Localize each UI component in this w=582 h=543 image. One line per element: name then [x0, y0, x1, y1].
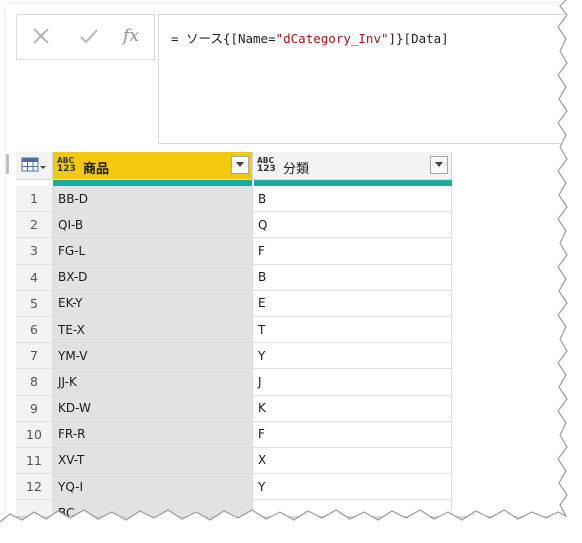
category-cell[interactable]: Y	[253, 343, 452, 370]
type-badge-any: ABC 123	[257, 156, 279, 174]
table-row: 2 QI-B Q	[16, 212, 452, 239]
row-number[interactable]: 11	[16, 447, 53, 475]
table-row: 1 BB-D B	[16, 186, 452, 213]
product-cell[interactable]: TE-X	[53, 316, 253, 344]
table-row: 4 BX-D B	[16, 264, 452, 291]
type-badge-any: ABC 123	[57, 156, 79, 174]
row-number[interactable]: 5	[16, 290, 53, 317]
cancel-button[interactable]	[29, 24, 53, 48]
formula-bar-buttons: fx	[16, 14, 155, 60]
table-row: 11 XV-T X	[16, 447, 452, 475]
column-header-category[interactable]: ABC 123 分類	[253, 152, 452, 180]
fx-button[interactable]: fx	[119, 24, 143, 48]
row-number[interactable]: 1	[16, 186, 53, 213]
row-number[interactable]: 8	[16, 369, 53, 396]
left-edge-marker	[6, 154, 9, 174]
category-cell[interactable]: B	[253, 264, 452, 291]
category-cell[interactable]: T	[253, 316, 452, 344]
product-cell[interactable]: JJ-K	[53, 369, 253, 396]
product-cell[interactable]: QI-B	[53, 212, 253, 239]
row-number[interactable]	[16, 500, 53, 516]
row-number[interactable]: 6	[16, 316, 53, 344]
product-cell[interactable]: BB-D	[53, 186, 253, 213]
row-number[interactable]: 10	[16, 421, 53, 448]
table-row: 6 TE-X T	[16, 316, 452, 344]
row-number[interactable]: 4	[16, 264, 53, 291]
product-cell[interactable]: XV-T	[53, 447, 253, 475]
table-row: 7 YM-V Y	[16, 343, 452, 370]
row-number[interactable]: 12	[16, 474, 53, 501]
chevron-down-icon	[236, 162, 244, 167]
column-header-product[interactable]: ABC 123 商品	[53, 152, 253, 180]
category-cell[interactable]: K	[253, 395, 452, 422]
product-cell[interactable]: FG-L	[53, 238, 253, 265]
table-menu-button[interactable]	[16, 152, 53, 180]
category-cell[interactable]: Y	[253, 474, 452, 501]
power-query-editor: fx = ソース{[Name="dCategory_Inv"]}[Data] A…	[6, 4, 566, 516]
table-icon	[21, 157, 46, 172]
chevron-down-icon	[435, 162, 443, 167]
table-row: 10 FR-R F	[16, 421, 452, 448]
product-cell[interactable]: BC	[53, 500, 253, 516]
formula-prefix: = ソース{[Name=	[171, 31, 276, 46]
row-number[interactable]: 9	[16, 395, 53, 422]
row-number[interactable]: 7	[16, 343, 53, 370]
column-filter-button[interactable]	[430, 156, 448, 174]
table-row: 8 JJ-K J	[16, 369, 452, 396]
table-row: BC	[16, 500, 452, 516]
product-cell[interactable]: EK-Y	[53, 290, 253, 317]
category-cell[interactable]: Q	[253, 212, 452, 239]
type-label-bottom: 123	[57, 164, 76, 174]
table-row: 3 FG-L F	[16, 238, 452, 265]
formula-suffix: ]}[Data]	[388, 31, 449, 46]
column-title: 商品	[83, 162, 110, 177]
x-icon	[33, 28, 49, 44]
product-cell[interactable]: BX-D	[53, 264, 253, 291]
category-cell[interactable]: B	[253, 186, 452, 213]
product-cell[interactable]: YM-V	[53, 343, 253, 370]
table-row: 5 EK-Y E	[16, 290, 452, 317]
column-title: 分類	[283, 162, 310, 177]
category-cell[interactable]: F	[253, 238, 452, 265]
category-cell[interactable]: X	[253, 447, 452, 475]
table-row: 12 YQ-I Y	[16, 474, 452, 501]
table-rows: 1 BB-D B 2 QI-B Q 3 FG-L F 4 BX-D B 5 E K	[16, 186, 452, 516]
category-cell[interactable]: J	[253, 369, 452, 396]
commit-button[interactable]	[77, 24, 101, 48]
category-cell[interactable]: F	[253, 421, 452, 448]
row-number[interactable]: 2	[16, 212, 53, 239]
column-filter-button[interactable]	[231, 156, 249, 174]
row-number[interactable]: 3	[16, 238, 53, 265]
product-cell[interactable]: KD-W	[53, 395, 253, 422]
table-row: 9 KD-W K	[16, 395, 452, 422]
formula-input[interactable]: = ソース{[Name="dCategory_Inv"]}[Data]	[158, 14, 566, 144]
category-cell[interactable]	[253, 500, 452, 516]
product-cell[interactable]: FR-R	[53, 421, 253, 448]
category-cell[interactable]: E	[253, 290, 452, 317]
check-icon	[80, 29, 98, 44]
formula-string: "dCategory_Inv"	[275, 31, 389, 46]
product-cell[interactable]: YQ-I	[53, 474, 253, 501]
type-label-bottom: 123	[257, 164, 276, 174]
